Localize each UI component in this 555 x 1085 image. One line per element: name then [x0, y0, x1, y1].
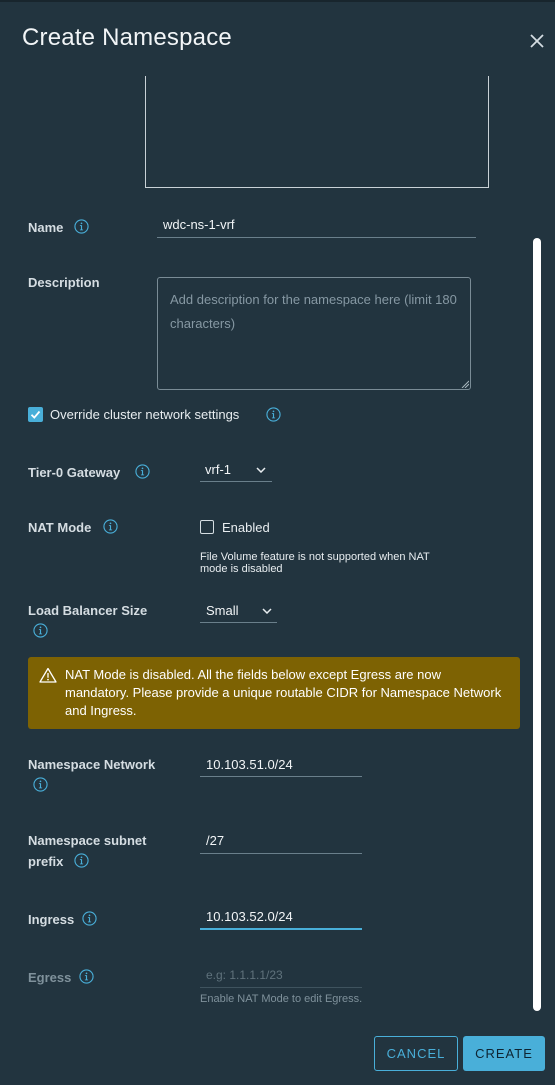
create-namespace-dialog: Create Namespace Name wdc-ns-1-vrf Descr… — [0, 0, 555, 1085]
info-icon[interactable] — [33, 623, 48, 638]
egress-note: Enable NAT Mode to edit Egress. — [200, 993, 363, 1005]
ns-network-input[interactable]: 10.103.51.0/24 — [206, 757, 293, 772]
name-underline — [157, 237, 476, 238]
info-icon[interactable] — [82, 911, 97, 926]
lb-size-label: Load Balancer Size — [28, 603, 148, 618]
scrollbar-thumb[interactable] — [533, 238, 541, 1011]
tier0-underline — [200, 481, 272, 482]
nat-note: File Volume feature is not supported whe… — [200, 551, 430, 575]
nat-mode-label: NAT Mode — [28, 520, 92, 535]
name-label: Name — [28, 220, 64, 235]
description-placeholder: Add description for the namespace here (… — [170, 292, 457, 331]
override-label: Override cluster network settings — [50, 407, 240, 422]
ns-network-underline — [200, 776, 362, 777]
egress-input[interactable]: e.g: 1.1.1.1/23 — [206, 968, 283, 982]
ingress-input[interactable]: 10.103.52.0/24 — [206, 909, 293, 924]
egress-label: Egress — [28, 970, 72, 985]
warning-icon — [39, 667, 57, 683]
cancel-button[interactable]: CANCEL — [374, 1036, 458, 1071]
ingress-underline-focused — [200, 928, 362, 930]
name-input[interactable]: wdc-ns-1-vrf — [163, 217, 235, 232]
create-button[interactable]: CREATE — [463, 1036, 545, 1071]
tier0-select[interactable]: vrf-1 — [205, 462, 231, 477]
dialog-title: Create Namespace — [22, 24, 232, 51]
lb-size-select[interactable]: Small — [206, 603, 239, 618]
ns-subnet-label-line2: prefix — [28, 854, 64, 869]
nat-enabled-label: Enabled — [222, 520, 270, 535]
chevron-down-icon[interactable] — [256, 467, 266, 473]
scrollbar[interactable] — [530, 76, 544, 1011]
info-icon[interactable] — [266, 407, 281, 422]
checkmark-icon — [30, 410, 41, 419]
description-textarea[interactable]: Add description for the namespace here (… — [157, 277, 471, 390]
info-icon[interactable] — [74, 853, 89, 868]
ns-subnet-input[interactable]: /27 — [206, 833, 224, 848]
ingress-label: Ingress — [28, 912, 75, 927]
close-icon[interactable] — [526, 30, 548, 52]
info-icon[interactable] — [74, 219, 89, 234]
nat-warning-alert: NAT Mode is disabled. All the fields bel… — [28, 657, 520, 729]
description-label: Description — [28, 275, 100, 290]
resize-handle-icon[interactable] — [461, 380, 469, 388]
scrolled-textarea[interactable] — [145, 76, 489, 188]
info-icon[interactable] — [103, 519, 118, 534]
chevron-down-icon[interactable] — [262, 608, 272, 614]
ns-subnet-underline — [200, 853, 362, 854]
tier0-label: Tier-0 Gateway — [28, 465, 121, 480]
info-icon[interactable] — [79, 969, 94, 984]
ns-subnet-label-line1: Namespace subnet — [28, 833, 147, 848]
info-icon[interactable] — [135, 464, 150, 479]
lb-size-underline — [200, 622, 277, 623]
egress-underline — [200, 987, 362, 988]
info-icon[interactable] — [33, 777, 48, 792]
alert-text: NAT Mode is disabled. All the fields bel… — [65, 667, 502, 718]
override-checkbox[interactable] — [28, 407, 43, 422]
ns-network-label: Namespace Network — [28, 757, 156, 772]
nat-enabled-checkbox[interactable] — [200, 520, 214, 534]
